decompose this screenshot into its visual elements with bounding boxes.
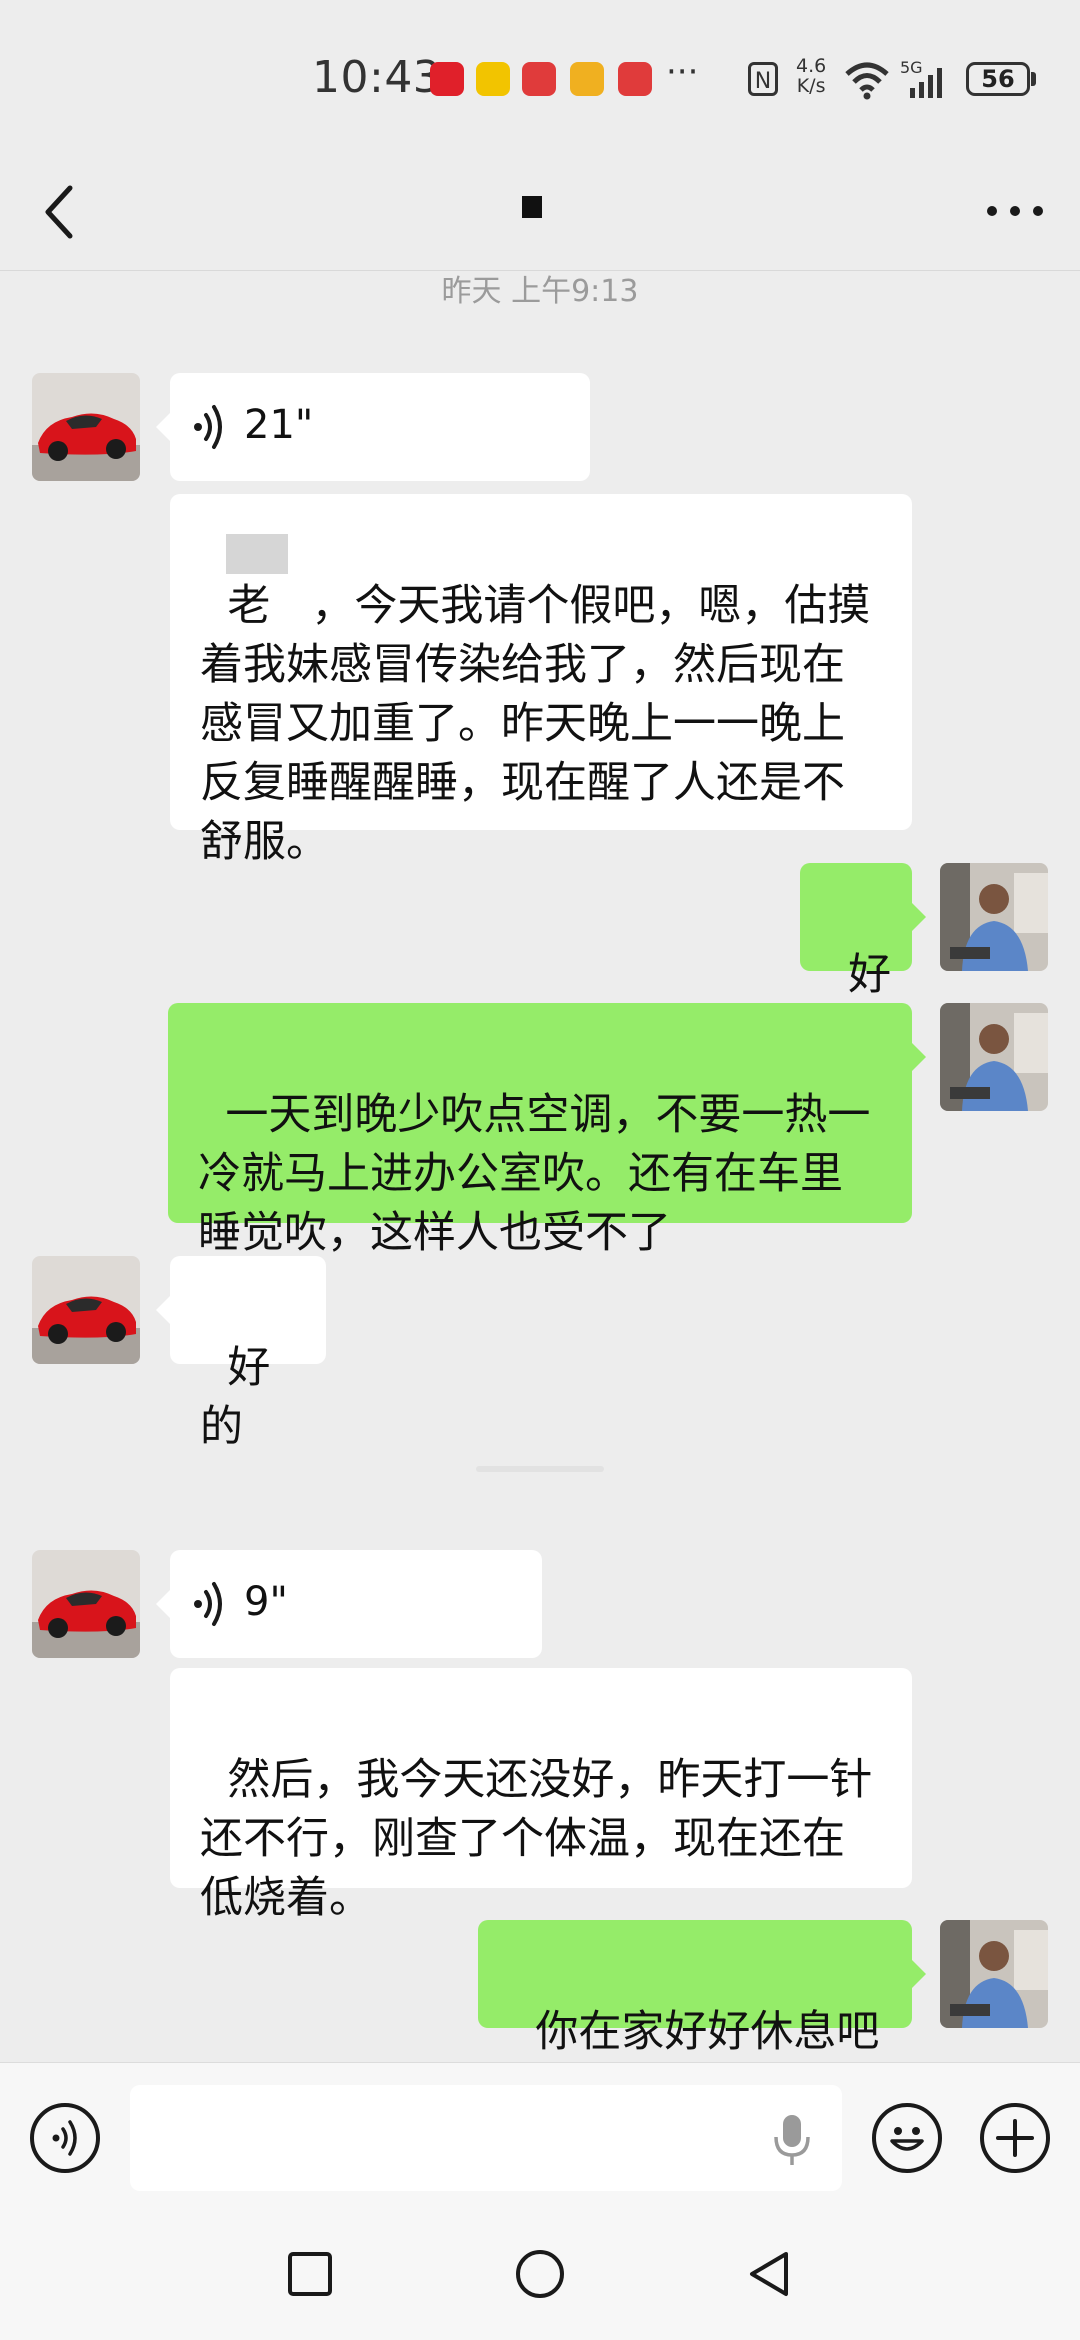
my-avatar[interactable] bbox=[940, 1920, 1048, 2028]
wifi-icon bbox=[845, 62, 889, 100]
amap-icon bbox=[476, 62, 510, 96]
voice-mode-icon[interactable] bbox=[30, 2103, 100, 2173]
message-text: 然后，我今天还没好，昨天打一针还不行，刚查了个体温，现在还在低烧着。 bbox=[200, 1755, 873, 1923]
message-text: 好 bbox=[848, 950, 892, 1000]
ellipsis-icon[interactable] bbox=[982, 186, 1048, 236]
network-speed: 4.6 K/s bbox=[796, 56, 826, 96]
voice-wave-icon bbox=[194, 1582, 222, 1626]
faded-divider bbox=[476, 1466, 604, 1472]
contact-avatar[interactable] bbox=[32, 373, 140, 481]
text-message[interactable]: 好 bbox=[800, 863, 926, 1000]
more-notifications-icon: ··· bbox=[666, 52, 699, 92]
notification-icon bbox=[570, 62, 604, 96]
signal-icon bbox=[910, 68, 942, 98]
huawei-app-icon bbox=[430, 62, 464, 96]
status-bar: 10:43 ··· N 4.6 K/s 5G 56 bbox=[0, 0, 1080, 160]
voice-message[interactable]: 9" bbox=[156, 1550, 542, 1658]
voice-wave-icon bbox=[194, 405, 222, 449]
emoji-icon[interactable] bbox=[872, 2103, 942, 2173]
notification-icon bbox=[522, 62, 556, 96]
message-text: 老 ，今天我请个假吧，嗯，估摸着我妹感冒传染给我了，然后现在感冒又加重了。昨天晚… bbox=[200, 581, 871, 867]
my-avatar[interactable] bbox=[940, 1003, 1048, 1111]
plus-icon[interactable] bbox=[980, 2103, 1050, 2173]
chevron-left-icon[interactable] bbox=[36, 180, 84, 244]
network-speed-value: 4.6 bbox=[796, 55, 827, 77]
redaction-patch bbox=[226, 534, 288, 574]
home-circle-icon[interactable] bbox=[512, 2246, 568, 2302]
network-speed-unit: K/s bbox=[796, 75, 826, 97]
my-avatar[interactable] bbox=[940, 863, 1048, 971]
battery-icon: 56 bbox=[966, 62, 1030, 96]
message-text: 一天到晚少吹点空调，不要一热一冷就马上进办公室吹。还有在车里睡觉吹，这样人也受不… bbox=[198, 1090, 871, 1258]
voice-duration: 9" bbox=[244, 1579, 288, 1625]
system-nav-bar bbox=[0, 2212, 1080, 2340]
text-message[interactable]: 然后，我今天还没好，昨天打一针还不行，刚查了个体温，现在还在低烧着。 bbox=[170, 1668, 912, 1923]
chat-header bbox=[0, 160, 1080, 270]
redacted-name bbox=[522, 196, 542, 218]
nfc-icon: N bbox=[748, 62, 778, 96]
input-bar bbox=[0, 2062, 1080, 2213]
voice-duration: 21" bbox=[244, 402, 314, 448]
text-message[interactable]: 好的 bbox=[156, 1256, 326, 1452]
microphone-icon[interactable] bbox=[772, 2113, 812, 2167]
message-text: 你在家好好休息吧 bbox=[535, 2007, 880, 2057]
text-message[interactable]: 你在家好好休息吧 bbox=[478, 1920, 926, 2057]
battery-tip bbox=[1031, 72, 1036, 86]
message-timestamp: 昨天 上午9:13 bbox=[441, 274, 639, 309]
back-triangle-icon[interactable] bbox=[742, 2246, 798, 2302]
text-message[interactable]: 一天到晚少吹点空调，不要一热一冷就马上进办公室吹。还有在车里睡觉吹，这样人也受不… bbox=[168, 1003, 926, 1258]
recents-square-icon[interactable] bbox=[282, 2246, 338, 2302]
contact-avatar[interactable] bbox=[32, 1550, 140, 1658]
message-input[interactable] bbox=[130, 2085, 842, 2191]
contact-avatar[interactable] bbox=[32, 1256, 140, 1364]
status-time: 10:43 bbox=[312, 52, 442, 103]
message-text: 好的 bbox=[200, 1343, 271, 1452]
notification-icon bbox=[618, 62, 652, 96]
voice-message[interactable]: 21" bbox=[156, 373, 590, 481]
